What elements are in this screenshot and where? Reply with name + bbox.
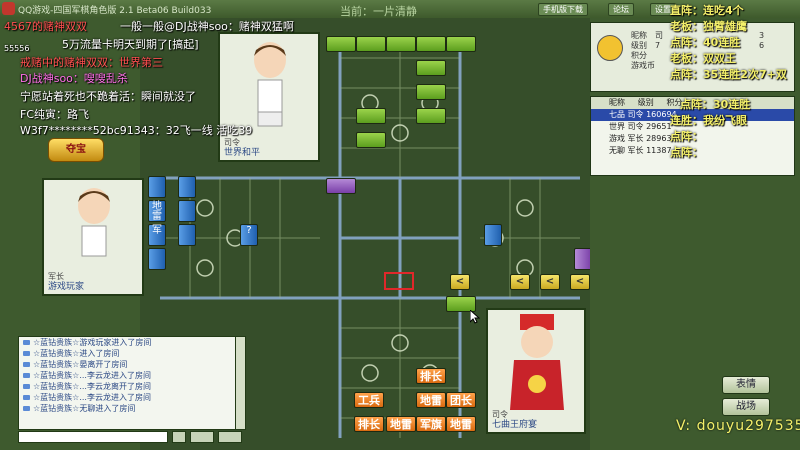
avatar-figure-icon	[78, 188, 110, 257]
board-piece[interactable]	[356, 36, 386, 52]
player-name: 世界和平	[224, 148, 261, 158]
board-piece-label[interactable]: 工兵	[354, 392, 384, 408]
board-piece[interactable]	[148, 248, 166, 270]
list-item: ☆蓝钻贵族☆...李云龙离开了房间	[19, 381, 245, 392]
profile-field-value: 司	[655, 31, 663, 40]
chat-send-button[interactable]	[190, 431, 214, 443]
chat-overlay-line: 戒赌中的赌神双双：世界第三	[20, 56, 163, 69]
forum-button[interactable]: 论坛	[608, 3, 634, 16]
board-piece[interactable]	[326, 178, 356, 194]
board-piece[interactable]	[416, 36, 446, 52]
chat-overlay-line: 55556	[4, 44, 30, 53]
overlay-text: 直阵：连吃4个	[670, 4, 744, 17]
board-piece-label[interactable]: 地雷	[416, 392, 446, 408]
profile-field-value: 3	[759, 31, 765, 40]
overlay-text: 点阵：40连胜	[670, 36, 741, 49]
mouse-cursor-icon	[470, 310, 480, 324]
overlay-text: 点阵：	[670, 146, 703, 159]
overlay-text: 老板：独臂雄鹰	[670, 20, 747, 33]
board-piece[interactable]	[178, 176, 196, 198]
list-item: ☆蓝钻贵族☆...李云龙进入了房间	[19, 392, 245, 403]
profile-values: 司 7	[655, 31, 663, 51]
emote-button[interactable]: 表情	[722, 376, 770, 394]
chat-overlay-line: 5万流量卡明天到期了[搞起]	[62, 38, 199, 51]
move-arrow-icon[interactable]: <	[570, 274, 590, 290]
app-logo-icon	[2, 2, 15, 15]
column-header: 昵称	[609, 98, 625, 107]
mobile-download-button[interactable]: 手机版下载	[538, 3, 588, 16]
chat-overlay-line: 宁愿站着死也不跪着活：瞬间就没了	[20, 90, 196, 103]
chat-overlay-line: W3f7********52bc91343：32飞一线 活吃39	[20, 124, 253, 137]
board-piece[interactable]	[326, 36, 356, 52]
board-piece-label[interactable]: 地雷	[386, 416, 416, 432]
profile-field-label: 游戏币	[631, 61, 655, 70]
chat-dropdown-button[interactable]	[172, 431, 186, 443]
list-item: ☆蓝钻贵族☆...李云龙进入了房间	[19, 370, 245, 381]
overlay-text: 老板：双双王	[670, 52, 736, 65]
board-piece[interactable]	[386, 36, 416, 52]
board-piece[interactable]	[446, 36, 476, 52]
overlay-text: 点阵：35连胜2次7+双	[670, 68, 787, 81]
player-name: 七曲王府宴	[492, 420, 538, 430]
chat-option-button[interactable]	[218, 431, 242, 443]
board-piece[interactable]	[416, 108, 446, 124]
player-name: 游戏玩家	[48, 282, 85, 292]
board-piece[interactable]	[484, 224, 502, 246]
board-piece-label[interactable]: 排长	[416, 368, 446, 384]
board-piece-label[interactable]: 排长	[354, 416, 384, 432]
selected-cell-highlight[interactable]	[384, 272, 414, 290]
list-item: ☆蓝钻贵族☆游戏玩家进入了房间	[19, 337, 245, 348]
overlay-text: 点阵：30连胜	[680, 98, 751, 111]
room-title: 当前：一片清静	[340, 5, 417, 18]
system-log[interactable]: ☆蓝钻贵族☆游戏玩家进入了房间 ☆蓝钻贵族☆进入了房间 ☆蓝钻贵族☆晏离开了房间…	[18, 336, 246, 430]
profile-fields: 昵称 级别 积分 游戏币	[631, 31, 655, 71]
board-piece[interactable]	[416, 60, 446, 76]
list-item: ☆蓝钻贵族☆晏离开了房间	[19, 359, 245, 370]
board-piece-label[interactable]: 军	[148, 224, 166, 246]
avatar-figure-icon	[510, 314, 564, 410]
chat-input[interactable]	[18, 431, 168, 443]
board-piece[interactable]	[356, 132, 386, 148]
move-arrow-icon[interactable]: <	[450, 274, 470, 290]
board-piece-label[interactable]: 地雷	[446, 416, 476, 432]
board-piece[interactable]	[356, 108, 386, 124]
battlefield-button[interactable]: 战场	[722, 398, 770, 416]
board-piece[interactable]	[416, 84, 446, 100]
player-card-bottom[interactable]: 司令 七曲王府宴	[486, 308, 586, 434]
board-piece-question[interactable]: ?	[240, 224, 258, 246]
profile-field-value: 7	[655, 41, 661, 50]
log-scrollbar[interactable]	[235, 337, 245, 429]
window-title: QQ游戏-四国军棋角色版 2.1 Beta06 Build033	[18, 5, 212, 16]
player-card-top[interactable]: 司令 世界和平	[218, 32, 320, 162]
player-card-left[interactable]: 军长 游戏玩家	[42, 178, 144, 296]
profile-avatar-icon	[597, 35, 623, 61]
board-piece-label[interactable]: 团长	[446, 392, 476, 408]
board-piece-label[interactable]: 军旗	[416, 416, 446, 432]
board-piece[interactable]	[178, 224, 196, 246]
profile-field-label: 昵称	[631, 31, 647, 40]
board-piece-label[interactable]: 地雷	[148, 200, 166, 222]
chat-overlay-line: 4567的赌神双双	[4, 20, 87, 33]
profile-field-label: 级别	[631, 41, 647, 50]
treasure-button[interactable]: 夺宝	[48, 138, 104, 162]
overlay-text: 连胜：我纷飞眼	[670, 114, 747, 127]
watermark: V: douyu297535	[676, 418, 800, 434]
move-arrow-icon[interactable]: <	[540, 274, 560, 290]
chat-overlay-line: 一般一般@DJ战神soo：赌神双猛啊	[120, 20, 294, 33]
list-item: ☆蓝钻贵族☆无聊进入了房间	[19, 403, 245, 414]
profile-field-label: 积分	[631, 51, 647, 60]
list-item: ☆蓝钻贵族☆进入了房间	[19, 348, 245, 359]
column-header: 级别	[637, 98, 654, 107]
overlay-text: 点阵：	[670, 130, 703, 143]
move-arrow-icon[interactable]: <	[510, 274, 530, 290]
profile-field-value: 6	[759, 41, 765, 50]
chat-overlay-line: DJ战神soo：嗖嗖乱杀	[20, 72, 128, 85]
chat-overlay-line: FC纯寅：路飞	[20, 108, 90, 121]
board-piece[interactable]	[148, 176, 166, 198]
profile-right-values: 3 6	[759, 31, 764, 51]
board-piece[interactable]	[178, 200, 196, 222]
